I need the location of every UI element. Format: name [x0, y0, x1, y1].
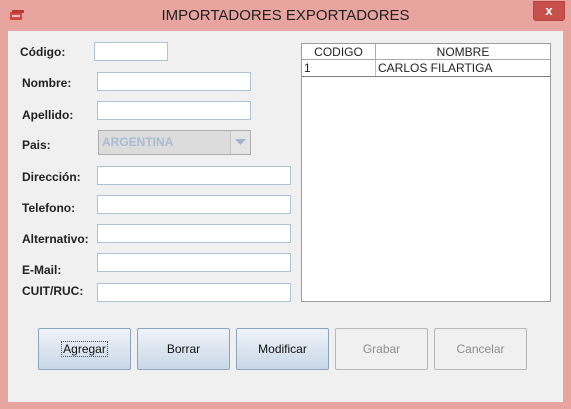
- email-input[interactable]: [97, 253, 291, 272]
- codigo-input[interactable]: [94, 42, 168, 61]
- cuit-label: CUIT/RUC:: [22, 284, 84, 298]
- cancelar-button: Cancelar: [434, 328, 527, 370]
- column-header-nombre[interactable]: NOMBRE: [376, 44, 550, 60]
- table-row[interactable]: 1 CARLOS FILARTIGA: [302, 60, 550, 77]
- grabar-label: Grabar: [362, 342, 401, 356]
- telefono-input[interactable]: [97, 195, 291, 214]
- direccion-label: Dirección:: [22, 170, 81, 184]
- borrar-button[interactable]: Borrar: [137, 328, 230, 370]
- alternativo-label: Alternativo:: [22, 232, 89, 246]
- importers-table[interactable]: CODIGO NOMBRE 1 CARLOS FILARTIGA: [301, 43, 551, 302]
- pais-select[interactable]: ARGENTINA: [98, 130, 251, 155]
- cuit-input[interactable]: [97, 283, 291, 302]
- title-bar[interactable]: IMPORTADORES EXPORTADORES x: [0, 0, 571, 32]
- nombre-input[interactable]: [97, 72, 251, 91]
- pais-selected-value: ARGENTINA: [102, 135, 174, 149]
- borrar-label: Borrar: [166, 342, 201, 356]
- form-panel: Código: Nombre: Apellido: Pais: ARGENTIN…: [8, 31, 563, 402]
- modificar-label: Modificar: [258, 342, 307, 356]
- agregar-button[interactable]: Agregar: [38, 328, 131, 370]
- chevron-down-icon: [235, 139, 246, 145]
- grabar-button: Grabar: [335, 328, 428, 370]
- alternativo-input[interactable]: [97, 224, 291, 243]
- apellido-input[interactable]: [97, 101, 251, 120]
- window: IMPORTADORES EXPORTADORES x Código: Nomb…: [0, 0, 571, 409]
- modificar-button[interactable]: Modificar: [236, 328, 329, 370]
- window-title: IMPORTADORES EXPORTADORES: [161, 7, 410, 24]
- close-button[interactable]: x: [533, 1, 565, 21]
- pais-dropdown-button[interactable]: [230, 131, 250, 154]
- email-label: E-Mail:: [22, 263, 62, 277]
- apellido-label: Apellido:: [22, 108, 74, 122]
- direccion-input[interactable]: [97, 166, 291, 185]
- cell-codigo: 1: [302, 60, 376, 76]
- close-icon: x: [545, 3, 553, 18]
- agregar-label: Agregar: [61, 341, 108, 357]
- telefono-label: Telefono:: [22, 201, 76, 215]
- codigo-label: Código:: [20, 45, 66, 59]
- column-header-codigo[interactable]: CODIGO: [302, 44, 376, 60]
- cell-nombre: CARLOS FILARTIGA: [378, 61, 493, 75]
- nombre-label: Nombre:: [22, 76, 72, 90]
- cancelar-label: Cancelar: [456, 342, 505, 356]
- pais-label: Pais:: [22, 138, 51, 152]
